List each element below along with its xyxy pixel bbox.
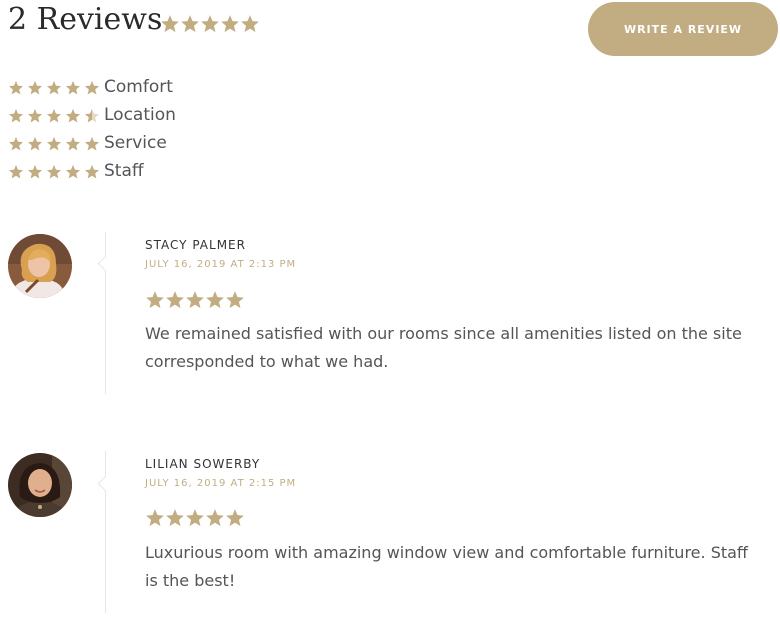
star-icon xyxy=(201,15,219,32)
category-stars xyxy=(8,108,100,124)
star-icon xyxy=(206,509,224,526)
category-row-location: Location xyxy=(8,102,308,130)
review-date: JULY 16, 2019 AT 2:13 PM xyxy=(145,259,297,270)
review-author: LILIAN SOWERBY xyxy=(145,457,261,471)
star-icon xyxy=(47,137,61,151)
star-icon xyxy=(166,291,184,308)
avatar xyxy=(8,234,72,298)
star-icon xyxy=(241,15,259,32)
star-icon xyxy=(146,509,164,526)
star-icon xyxy=(66,81,80,95)
star-icon xyxy=(9,109,23,123)
review-item: LILIAN SOWERBY JULY 16, 2019 AT 2:15 PM … xyxy=(0,451,780,621)
star-icon xyxy=(186,291,204,308)
category-label: Comfort xyxy=(104,77,173,97)
star-icon xyxy=(28,137,42,151)
star-icon xyxy=(47,165,61,179)
star-icon xyxy=(146,291,164,308)
star-icon xyxy=(66,137,80,151)
star-icon xyxy=(66,109,80,123)
star-icon xyxy=(66,165,80,179)
star-icon xyxy=(221,15,239,32)
review-rating-stars xyxy=(145,290,245,310)
review-notch xyxy=(97,475,114,492)
star-icon xyxy=(28,81,42,95)
star-icon xyxy=(47,81,61,95)
star-icon xyxy=(181,15,199,32)
star-icon xyxy=(9,165,23,179)
star-icon xyxy=(85,165,99,179)
review-text: We remained satisfied with our rooms sin… xyxy=(145,324,742,371)
review-author: STACY PALMER xyxy=(145,238,246,252)
review-date: JULY 16, 2019 AT 2:15 PM xyxy=(145,478,297,489)
category-row-service: Service xyxy=(8,130,308,158)
star-icon xyxy=(28,165,42,179)
star-icon xyxy=(226,291,244,308)
star-icon xyxy=(85,81,99,95)
star-icon xyxy=(226,509,244,526)
star-icon xyxy=(206,291,224,308)
star-icon xyxy=(186,509,204,526)
star-icon xyxy=(161,15,179,32)
star-icon xyxy=(28,109,42,123)
review-rating-stars xyxy=(145,508,245,528)
category-row-comfort: Comfort xyxy=(8,74,308,102)
star-icon xyxy=(9,137,23,151)
category-label: Location xyxy=(104,105,176,125)
write-review-button[interactable]: WRITE A REVIEW xyxy=(588,2,778,56)
overall-rating-stars xyxy=(160,14,260,34)
category-label: Service xyxy=(104,133,167,153)
star-icon xyxy=(47,109,61,123)
star-icon xyxy=(85,109,99,123)
category-label: Staff xyxy=(104,161,144,181)
category-stars xyxy=(8,80,100,96)
avatar xyxy=(8,453,72,517)
category-ratings: Comfort Location Service Staff xyxy=(8,74,308,186)
star-icon xyxy=(9,81,23,95)
review-notch xyxy=(97,255,114,272)
review-text: Luxurious room with amazing window view … xyxy=(145,543,748,590)
star-icon xyxy=(166,509,184,526)
star-icon xyxy=(85,137,99,151)
reviews-title: 2 Reviews xyxy=(8,2,163,37)
category-stars xyxy=(8,136,100,152)
review-item: STACY PALMER JULY 16, 2019 AT 2:13 PM We… xyxy=(0,232,780,402)
category-row-staff: Staff xyxy=(8,158,308,186)
category-stars xyxy=(8,164,100,180)
reviews-header: 2 Reviews WRITE A REVIEW xyxy=(0,0,780,60)
